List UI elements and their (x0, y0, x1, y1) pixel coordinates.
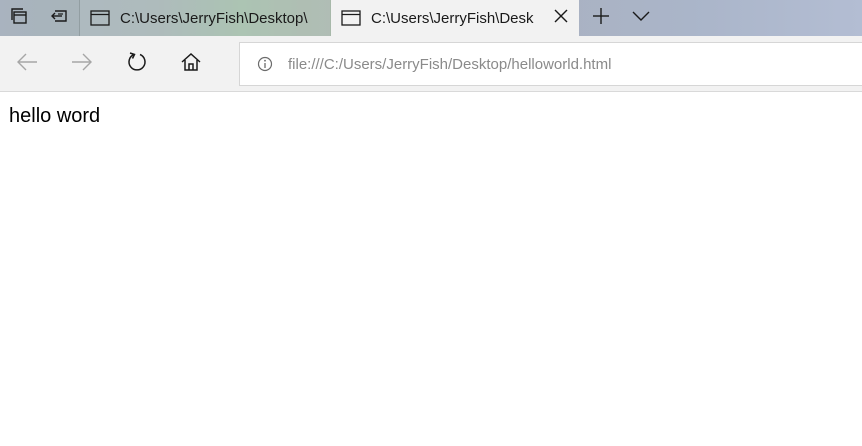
page-body-text: hello word (9, 105, 101, 127)
arrow-right-icon (71, 53, 93, 76)
chevron-down-icon (632, 9, 650, 27)
close-icon (554, 9, 568, 28)
home-button[interactable] (172, 45, 210, 83)
forward-button[interactable] (63, 45, 101, 83)
refresh-icon (126, 51, 148, 78)
set-aside-tabs-icon (49, 6, 69, 31)
tabs-stack-icon (9, 6, 29, 31)
tab-title: C:\Users\JerryFish\Desktop\ (120, 9, 308, 27)
address-url[interactable]: file:///C:/Users/JerryFish/Desktop/hello… (288, 56, 611, 73)
tab-manager-button[interactable] (0, 0, 38, 36)
tab-helloworld[interactable]: C:\Users\JerryFish\Desk (331, 0, 579, 36)
tab-strip: C:\Users\JerryFish\Desktop\ C:\Users\Jer… (0, 0, 862, 36)
new-tab-button[interactable] (582, 0, 620, 36)
back-button[interactable] (8, 45, 46, 83)
address-bar[interactable]: file:///C:/Users/JerryFish/Desktop/hello… (239, 42, 862, 86)
tab-preview-button[interactable] (622, 0, 660, 36)
plus-icon (592, 7, 610, 30)
refresh-button[interactable] (118, 45, 156, 83)
page-icon (90, 8, 110, 28)
set-aside-tabs-button[interactable] (40, 0, 78, 36)
navigation-bar: file:///C:/Users/JerryFish/Desktop/hello… (0, 36, 862, 92)
home-icon (180, 52, 202, 77)
close-tab-button[interactable] (551, 8, 571, 28)
page-icon (341, 8, 361, 28)
tab-title: C:\Users\JerryFish\Desk (371, 9, 534, 27)
arrow-left-icon (16, 53, 38, 76)
info-icon[interactable] (256, 55, 274, 73)
tab-desktop-folder[interactable]: C:\Users\JerryFish\Desktop\ (80, 0, 330, 36)
page-content: hello word (0, 93, 862, 446)
